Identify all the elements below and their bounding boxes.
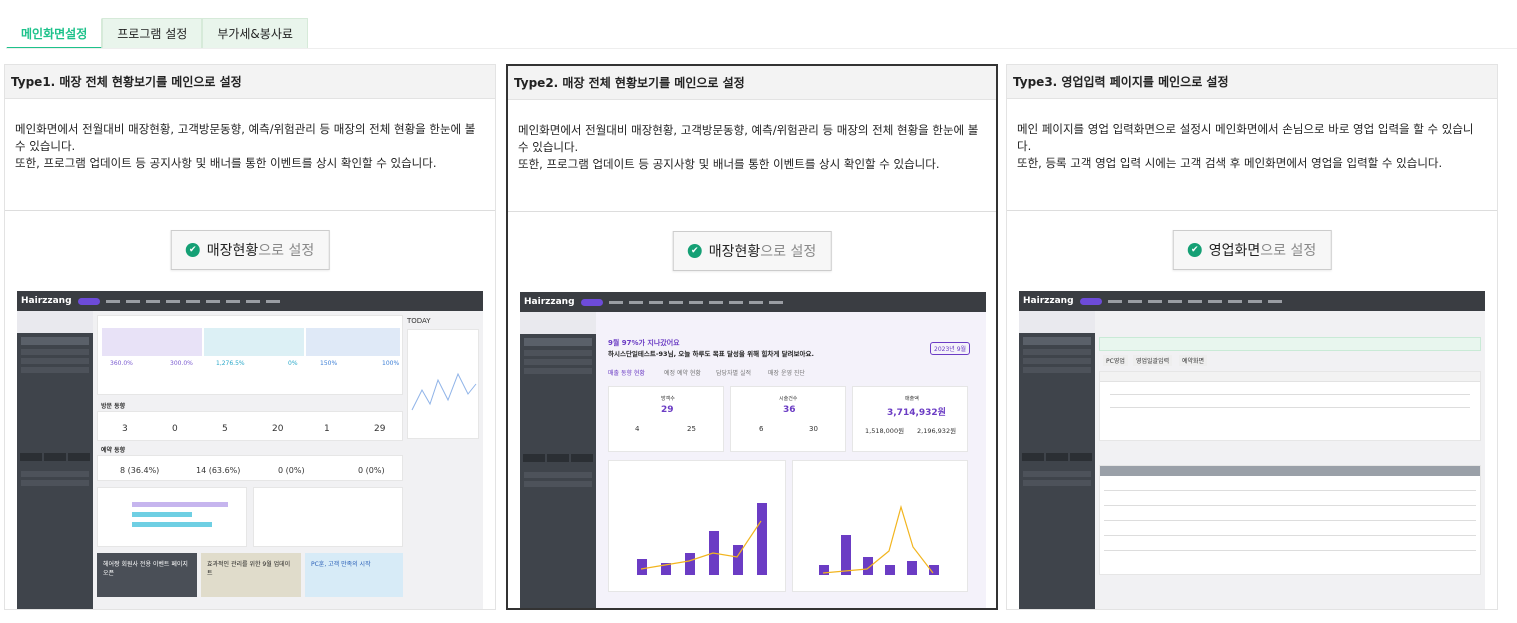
check-circle-icon: ✔: [185, 243, 200, 257]
card-title: Type2. 매장 전체 현황보기를 메인으로 설정: [508, 66, 996, 100]
preview-logo: Hairzzang: [524, 297, 575, 307]
button-label-suffix: 으로 설정: [1260, 243, 1317, 259]
card-desc-line1: 메인화면에서 전월대비 매장현황, 고객방문동향, 예측/위험관리 등 매장의 …: [15, 122, 476, 153]
set-store-status-button[interactable]: ✔ 매장현황 으로 설정: [672, 231, 832, 271]
preview-logo: Hairzzang: [1023, 296, 1074, 306]
tab-divider: [6, 48, 1517, 49]
type2-preview-image: Hairzzang 9월 97%가 지나갔어요 하시스단일테스트-93님, 오늘…: [520, 292, 986, 608]
check-circle-icon: ✔: [687, 244, 702, 258]
set-store-status-button[interactable]: ✔ 매장현황 으로 설정: [170, 230, 330, 270]
check-circle-icon: ✔: [1187, 243, 1202, 257]
card-desc-line1: 메인 페이지를 영업 입력화면으로 설정시 메인화면에서 손님으로 바로 영업 …: [1017, 122, 1474, 153]
preview-logo: Hairzzang: [21, 296, 72, 306]
preview-badge: [1079, 297, 1102, 305]
preview-topbar: Hairzzang: [17, 291, 483, 311]
preview-sidebar: [520, 312, 596, 608]
button-label-main: 매장현황: [708, 244, 761, 260]
settings-tabs: 메인화면설정 프로그램 설정 부가세&봉사료: [6, 18, 308, 49]
preview-topbar: Hairzzang: [1019, 291, 1485, 311]
card-description: 메인화면에서 전월대비 매장현황, 고객방문동향, 예측/위험관리 등 매장의 …: [5, 99, 495, 211]
card-desc-line1: 메인화면에서 전월대비 매장현황, 고객방문동향, 예측/위험관리 등 매장의 …: [518, 123, 979, 154]
card-desc-line2: 또한, 등록 고객 영업 입력 시에는 고객 검색 후 메인화면에서 영업을 입…: [1017, 156, 1443, 170]
preview-badge: [77, 297, 100, 305]
tab-vat-service[interactable]: 부가세&봉사료: [202, 18, 308, 49]
preview-sidebar: [17, 311, 93, 609]
card-title: Type3. 영업입력 페이지를 메인으로 설정: [1007, 65, 1497, 99]
type1-card[interactable]: Type1. 매장 전체 현황보기를 메인으로 설정 메인화면에서 전월대비 매…: [4, 64, 496, 610]
preview-main: 9월 97%가 지나갔어요 하시스단일테스트-93님, 오늘 하루도 목표 달성…: [600, 316, 982, 608]
preview-badge: [580, 298, 603, 306]
button-label-main: 영업화면: [1208, 243, 1261, 259]
card-desc-line2: 또한, 프로그램 업데이트 등 공지사항 및 배너를 통한 이벤트를 상시 확인…: [15, 156, 437, 170]
button-label-suffix: 으로 설정: [258, 243, 315, 259]
card-desc-line2: 또한, 프로그램 업데이트 등 공지사항 및 배너를 통한 이벤트를 상시 확인…: [518, 157, 940, 171]
button-label-suffix: 으로 설정: [760, 244, 817, 260]
card-description: 메인화면에서 전월대비 매장현황, 고객방문동향, 예측/위험관리 등 매장의 …: [508, 100, 996, 212]
preview-topbar: Hairzzang: [520, 292, 986, 312]
tab-main-screen[interactable]: 메인화면설정: [6, 18, 103, 49]
type3-card[interactable]: Type3. 영업입력 페이지를 메인으로 설정 메인 페이지를 영업 입력화면…: [1006, 64, 1498, 610]
type1-preview-image: Hairzzang 360.0% 300.0% 1,276.5% 0% 150%…: [17, 291, 483, 609]
button-label-main: 매장현황: [206, 243, 259, 259]
card-description: 메인 페이지를 영업 입력화면으로 설정시 메인화면에서 손님으로 바로 영업 …: [1007, 99, 1497, 211]
type2-card[interactable]: Type2. 매장 전체 현황보기를 메인으로 설정 메인화면에서 전월대비 매…: [506, 64, 998, 610]
type3-preview-image: Hairzzang PC영업 영업일괄입력 예약화면: [1019, 291, 1485, 609]
tab-program-settings[interactable]: 프로그램 설정: [102, 18, 203, 49]
set-sales-screen-button[interactable]: ✔ 영업화면 으로 설정: [1172, 230, 1332, 270]
preview-main: 360.0% 300.0% 1,276.5% 0% 150% 100% 방문 동…: [97, 315, 479, 609]
preview-main: PC영업 영업일괄입력 예약화면: [1099, 315, 1481, 609]
preview-sidebar: [1019, 311, 1095, 609]
card-title: Type1. 매장 전체 현황보기를 메인으로 설정: [5, 65, 495, 99]
